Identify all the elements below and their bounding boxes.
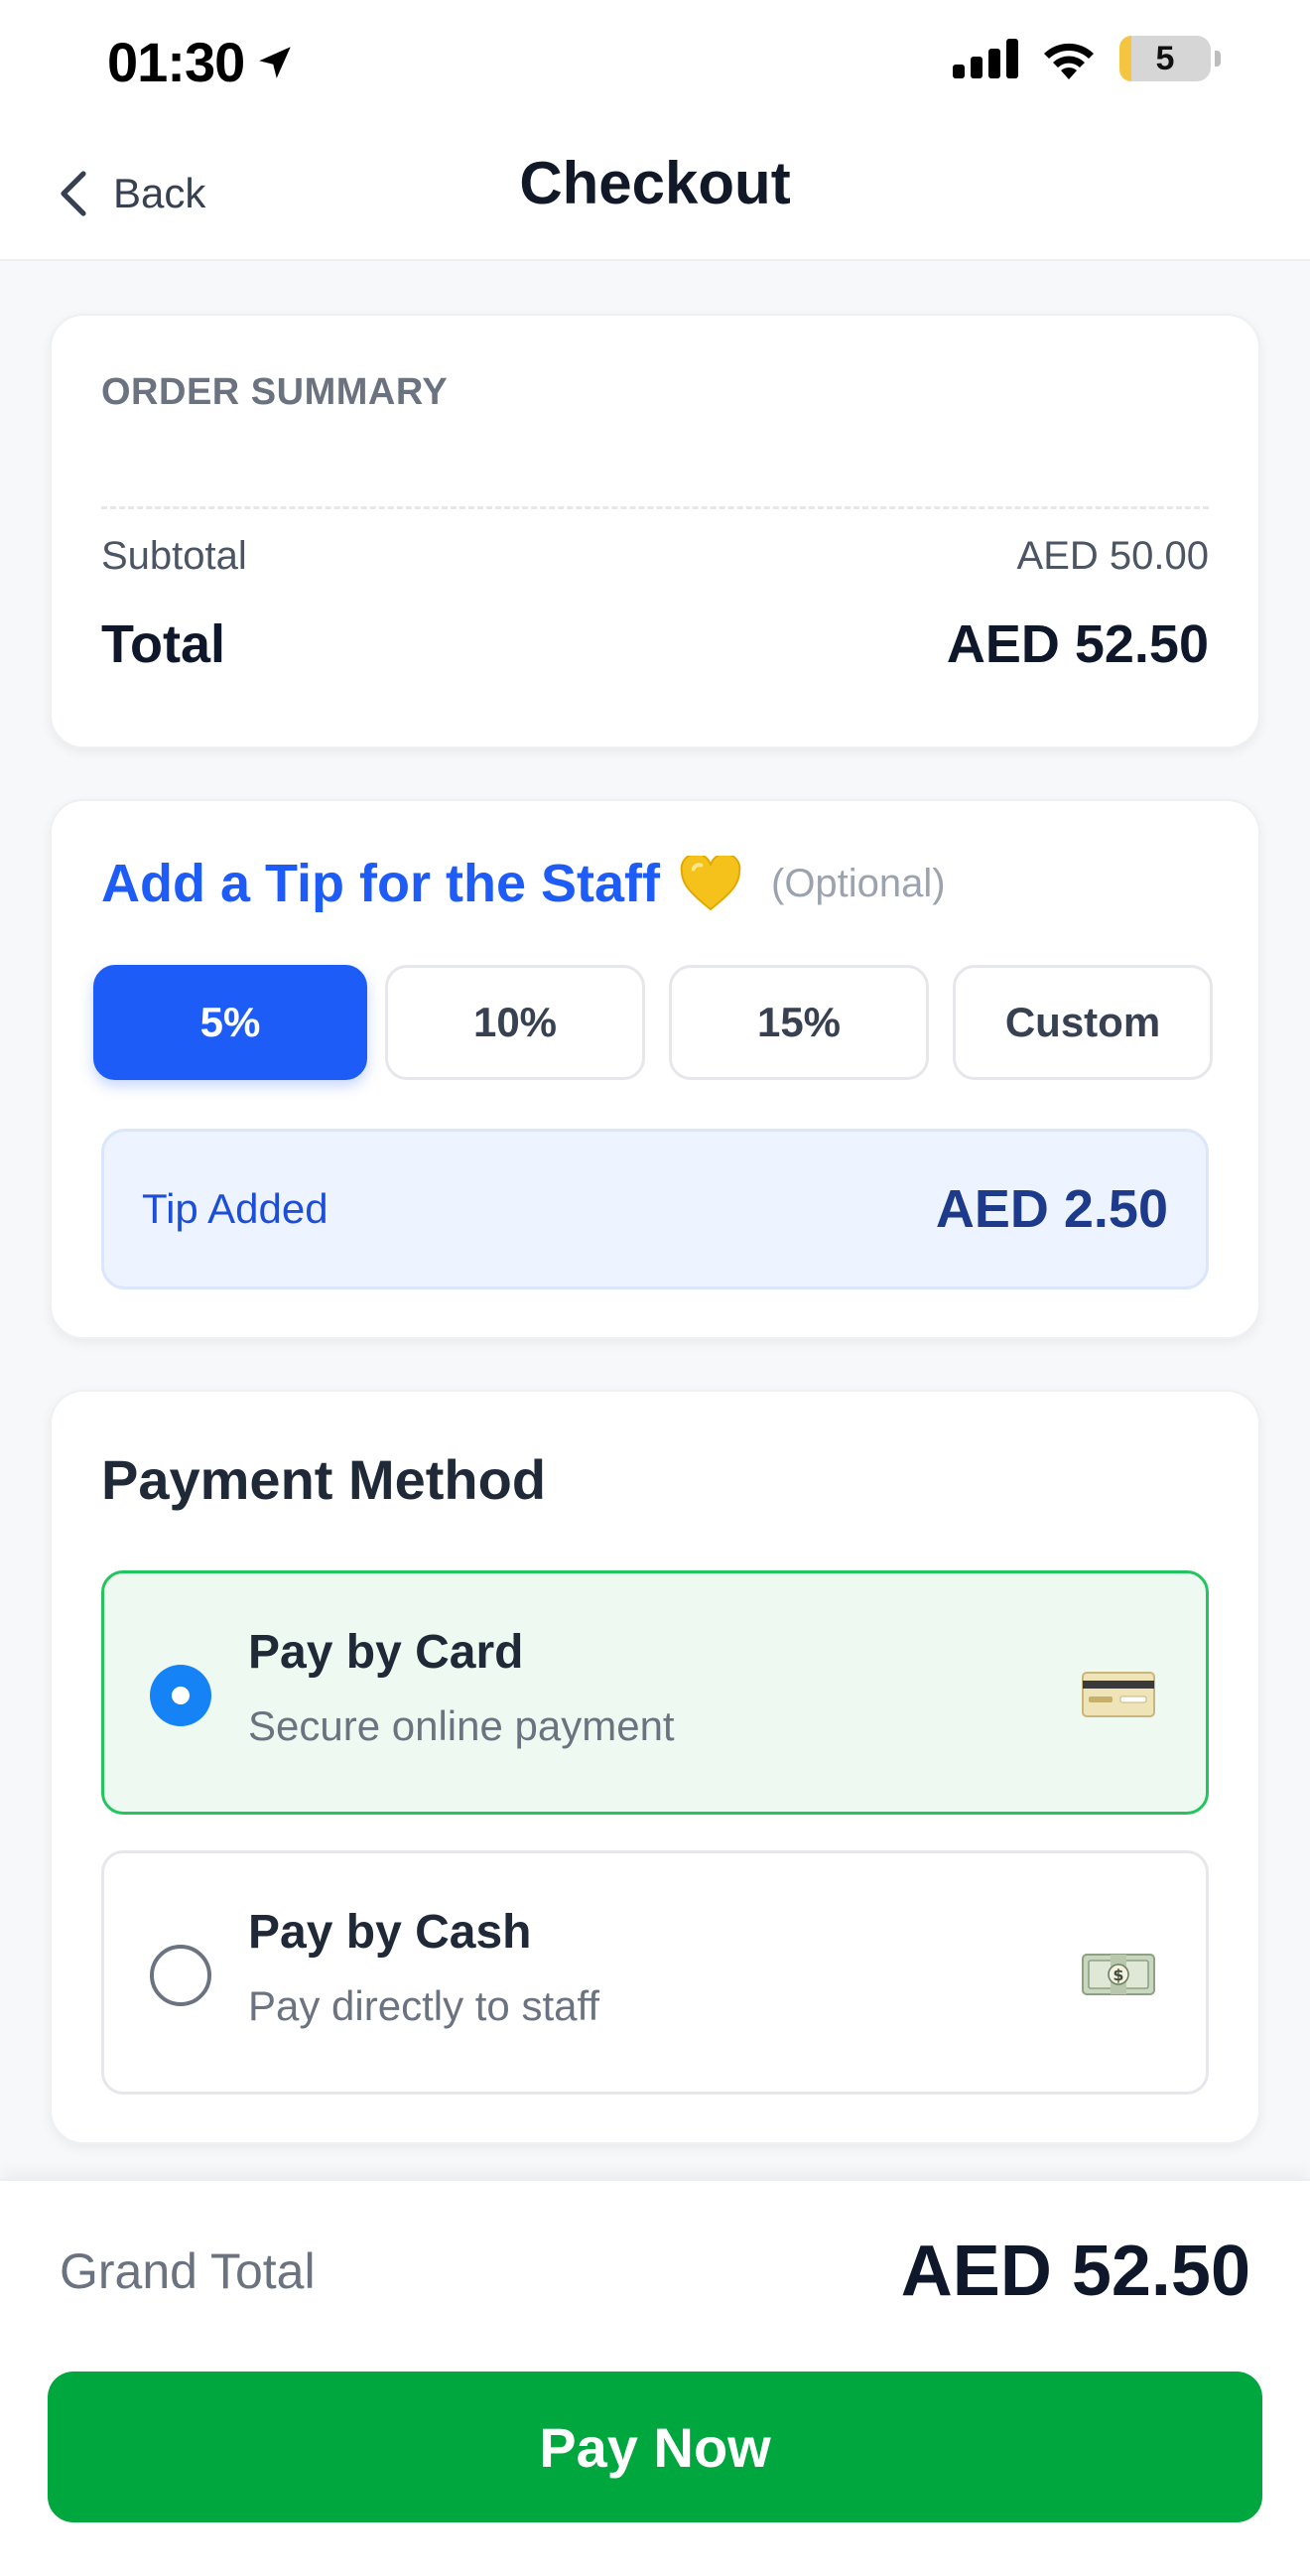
pay-by-card-title: Pay by Card <box>248 1626 524 1679</box>
pay-by-card-subtitle: Secure online payment <box>248 1702 675 1749</box>
subtotal-row: Subtotal AED 50.00 <box>101 534 1209 579</box>
subtotal-label: Subtotal <box>101 534 247 578</box>
payment-method-heading: Payment Method <box>101 1448 547 1511</box>
tip-added-value: AED 2.50 <box>935 1179 1168 1239</box>
total-row: Total AED 52.50 <box>101 613 1209 675</box>
status-icons: 5 <box>953 36 1221 81</box>
yellow-heart-icon <box>680 856 741 911</box>
chevron-left-icon <box>61 171 86 216</box>
total-value: AED 52.50 <box>946 614 1209 674</box>
tip-added-label: Tip Added <box>142 1185 328 1232</box>
battery-tip <box>1215 51 1221 67</box>
status-time-text: 01:30 <box>107 31 245 93</box>
nav-header: Checkout Back <box>0 124 1310 261</box>
tip-option-15[interactable]: 15% <box>669 965 929 1080</box>
tip-card: Add a Tip for the Staff (Optional) 5% 10… <box>50 799 1260 1339</box>
tip-added-box: Tip Added AED 2.50 <box>101 1129 1209 1289</box>
order-summary-heading: ORDER SUMMARY <box>101 371 449 413</box>
pay-by-cash-option[interactable]: Pay by Cash Pay directly to staff $ <box>101 1850 1209 2095</box>
total-label: Total <box>101 614 225 674</box>
tip-option-10[interactable]: 10% <box>385 965 645 1080</box>
pay-by-cash-subtitle: Pay directly to staff <box>248 1982 600 2029</box>
grand-total-value: AED 52.50 <box>900 2232 1250 2311</box>
tip-option-custom[interactable]: Custom <box>953 965 1213 1080</box>
checkout-footer: Grand Total AED 52.50 Pay Now <box>0 2179 1310 2576</box>
pay-now-button[interactable]: Pay Now <box>48 2372 1262 2522</box>
back-button-label: Back <box>113 170 206 216</box>
tip-heading: Add a Tip for the Staff (Optional) <box>101 853 946 914</box>
wifi-icon <box>1044 43 1094 79</box>
battery-icon: 5 <box>1119 36 1211 81</box>
pay-by-cash-title: Pay by Cash <box>248 1906 532 1959</box>
pay-by-card-radio[interactable] <box>150 1665 211 1726</box>
tip-option-5[interactable]: 5% <box>93 965 367 1080</box>
payment-method-card: Payment Method Pay by Card Secure online… <box>50 1390 1260 2144</box>
pay-by-card-option[interactable]: Pay by Card Secure online payment <box>101 1570 1209 1815</box>
cash-icon: $ <box>1082 1954 1155 1995</box>
location-arrow-icon <box>259 46 291 78</box>
pay-by-cash-radio[interactable] <box>150 1945 211 2006</box>
status-time: 01:30 <box>107 30 296 94</box>
tip-optional-label: (Optional) <box>771 861 946 905</box>
tip-title: Add a Tip for the Staff <box>101 854 660 913</box>
tip-options: 5% 10% 15% Custom <box>93 965 1221 1082</box>
grand-total-label: Grand Total <box>60 2243 316 2299</box>
order-summary-card: ORDER SUMMARY Subtotal AED 50.00 Total A… <box>50 314 1260 748</box>
signal-bars-icon <box>953 39 1018 78</box>
battery-level: 5 <box>1155 39 1175 77</box>
credit-card-icon <box>1082 1672 1155 1717</box>
status-bar: 01:30 5 <box>0 0 1310 124</box>
svg-text:$: $ <box>1113 1966 1123 1984</box>
back-button[interactable]: Back <box>60 144 205 243</box>
subtotal-value: AED 50.00 <box>1016 534 1209 578</box>
summary-divider <box>101 506 1209 509</box>
